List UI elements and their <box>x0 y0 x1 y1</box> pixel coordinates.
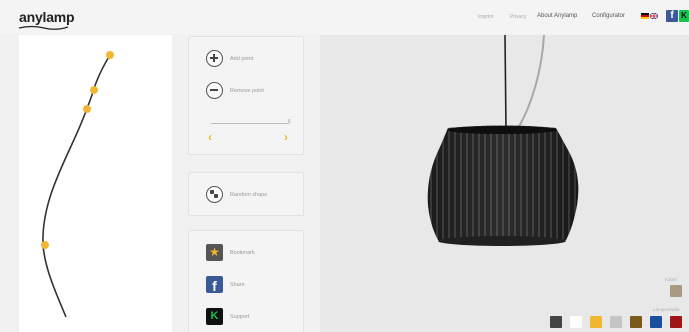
logo[interactable]: anylamp <box>19 9 75 25</box>
lamp-render <box>427 35 579 246</box>
color-swatch-blue[interactable] <box>650 316 662 328</box>
share-card: ★ Bookmark f Share K Support <box>188 230 304 332</box>
plus-circle-icon[interactable] <box>206 50 223 67</box>
color-swatch-light-gray[interactable] <box>610 316 622 328</box>
color-swatch-dark-gray[interactable] <box>550 316 562 328</box>
add-point-label[interactable]: Add point <box>230 56 253 62</box>
curve-editor[interactable] <box>19 35 172 332</box>
smoothness-slider[interactable] <box>211 123 289 124</box>
facebook-icon[interactable]: f <box>206 276 223 294</box>
slider-value: 6 <box>288 119 291 125</box>
nav-imprint[interactable]: Imprint <box>478 14 493 20</box>
dice-icon[interactable] <box>206 186 223 203</box>
random-card: Random shape <box>188 172 304 216</box>
bookmark-label[interactable]: Bookmark <box>230 250 255 256</box>
share-label[interactable]: Share <box>230 282 245 288</box>
lamp-3d-view[interactable]: Kabel Lampenfarbe <box>320 35 689 332</box>
color-swatch-white[interactable] <box>570 316 582 328</box>
support-label[interactable]: Support <box>230 314 249 320</box>
flag-uk-icon[interactable] <box>650 13 658 19</box>
control-point[interactable] <box>41 241 49 249</box>
kickstarter-icon[interactable]: K <box>206 308 223 325</box>
color-swatch-red[interactable] <box>670 316 682 328</box>
nav-privacy[interactable]: Privacy <box>510 14 526 20</box>
random-shape-label[interactable]: Random shape <box>230 192 267 198</box>
nav-about[interactable]: About Anylamp <box>537 13 577 19</box>
control-point[interactable] <box>106 51 114 59</box>
control-point[interactable] <box>83 105 91 113</box>
star-icon[interactable]: ★ <box>206 244 223 261</box>
minus-circle-icon[interactable] <box>206 82 223 99</box>
points-card: Add point Remove point 6 ‹ › <box>188 36 304 155</box>
top-bar: anylamp Imprint Privacy About Anylamp Co… <box>0 0 689 34</box>
cable-color-label: Kabel <box>665 277 677 282</box>
remove-point-label[interactable]: Remove point <box>230 88 264 94</box>
color-swatch-yellow[interactable] <box>590 316 602 328</box>
profile-curve <box>42 54 111 318</box>
facebook-icon[interactable]: f <box>666 10 678 22</box>
chevron-right-icon[interactable]: › <box>284 131 288 143</box>
nav-configurator[interactable]: Configurator <box>592 13 625 19</box>
cable-color-swatch[interactable] <box>670 285 682 297</box>
color-swatch-brown[interactable] <box>630 316 642 328</box>
chevron-left-icon[interactable]: ‹ <box>208 131 212 143</box>
lamp-color-label: Lampenfarbe <box>653 307 680 312</box>
flag-de-icon[interactable] <box>641 13 649 19</box>
control-point[interactable] <box>90 86 98 94</box>
kickstarter-icon[interactable]: K <box>679 10 689 22</box>
logo-swoosh <box>18 25 69 30</box>
